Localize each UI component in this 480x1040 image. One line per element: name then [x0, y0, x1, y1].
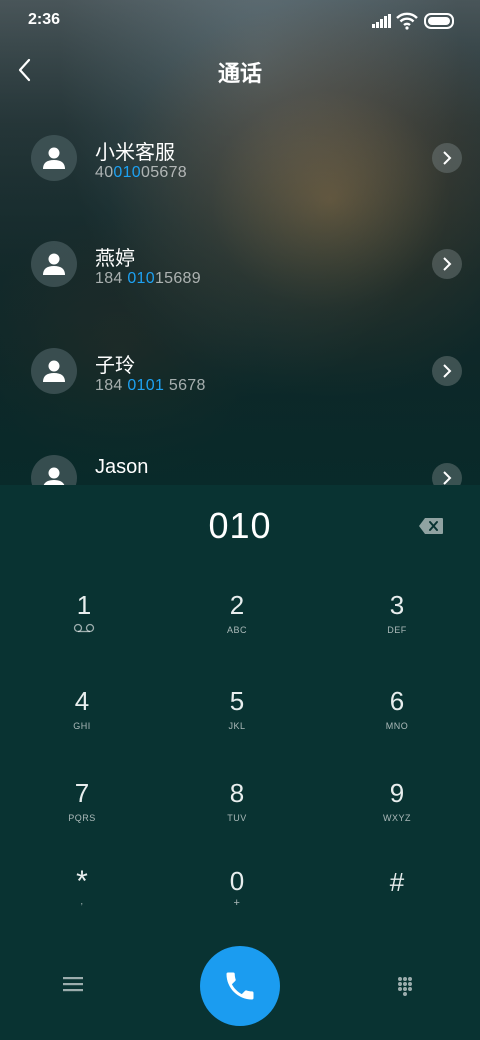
contact-list: 小米客服 4001005678 燕婷 184 01015689 子玲 184 0… [0, 105, 480, 485]
phone-icon [226, 972, 254, 1000]
key-6[interactable]: 6 MNO [327, 687, 467, 767]
key-3[interactable]: 3 DEF [327, 591, 467, 671]
avatar [31, 241, 77, 287]
key-star[interactable]: *, [12, 867, 152, 948]
keypad-grid-icon[interactable] [397, 976, 417, 996]
contact-name: 燕婷 [95, 248, 135, 270]
status-bar: 2:36 [0, 0, 480, 40]
chevron-right-icon [443, 151, 452, 165]
contact-number: 184 01015689 [95, 270, 201, 287]
key-9[interactable]: 9 WXYZ [327, 779, 467, 859]
signal-icon [372, 14, 392, 28]
contact-detail-button[interactable] [432, 249, 462, 279]
menu-icon[interactable] [62, 975, 84, 993]
chevron-right-icon [443, 471, 452, 485]
contact-row[interactable]: 小米客服 4001005678 [0, 105, 480, 211]
backspace-icon[interactable] [418, 517, 444, 535]
avatar [31, 455, 77, 485]
voicemail-icon [73, 623, 95, 633]
call-button[interactable] [200, 946, 280, 1026]
person-icon [43, 147, 65, 169]
key-hash[interactable]: # [327, 868, 467, 948]
page-title: 通话 [217, 61, 262, 86]
contact-name: Jason [95, 456, 149, 478]
avatar [31, 348, 77, 394]
key-1[interactable]: 1 [14, 591, 154, 671]
contact-row[interactable]: 燕婷 184 01015689 [0, 211, 480, 317]
contact-number: 184 0101 5678 [95, 377, 206, 394]
key-8[interactable]: 8 TUV [167, 779, 307, 859]
person-icon [43, 467, 65, 485]
wifi-icon [396, 12, 418, 30]
key-7[interactable]: 7 PQRS [12, 779, 152, 859]
contact-detail-button[interactable] [432, 356, 462, 386]
key-5[interactable]: 5 JKL [167, 687, 307, 767]
contact-name: 子玲 [95, 355, 135, 377]
contact-row[interactable]: Jason [0, 425, 480, 485]
contact-detail-button[interactable] [432, 143, 462, 173]
battery-icon [424, 13, 454, 29]
chevron-right-icon [443, 364, 452, 378]
contact-detail-button[interactable] [432, 463, 462, 485]
status-time: 2:36 [28, 11, 61, 28]
avatar [31, 135, 77, 181]
key-4[interactable]: 4 GHI [12, 687, 152, 767]
contact-number: 4001005678 [95, 164, 188, 181]
person-icon [43, 360, 65, 382]
contact-name: 小米客服 [95, 142, 175, 164]
contact-row[interactable]: 子玲 184 0101 5678 [0, 318, 480, 424]
dialed-number: 010 [208, 505, 272, 546]
key-2[interactable]: 2 ABC [167, 591, 307, 671]
chevron-right-icon [443, 257, 452, 271]
person-icon [43, 253, 65, 275]
key-0[interactable]: 0 + [167, 867, 307, 947]
